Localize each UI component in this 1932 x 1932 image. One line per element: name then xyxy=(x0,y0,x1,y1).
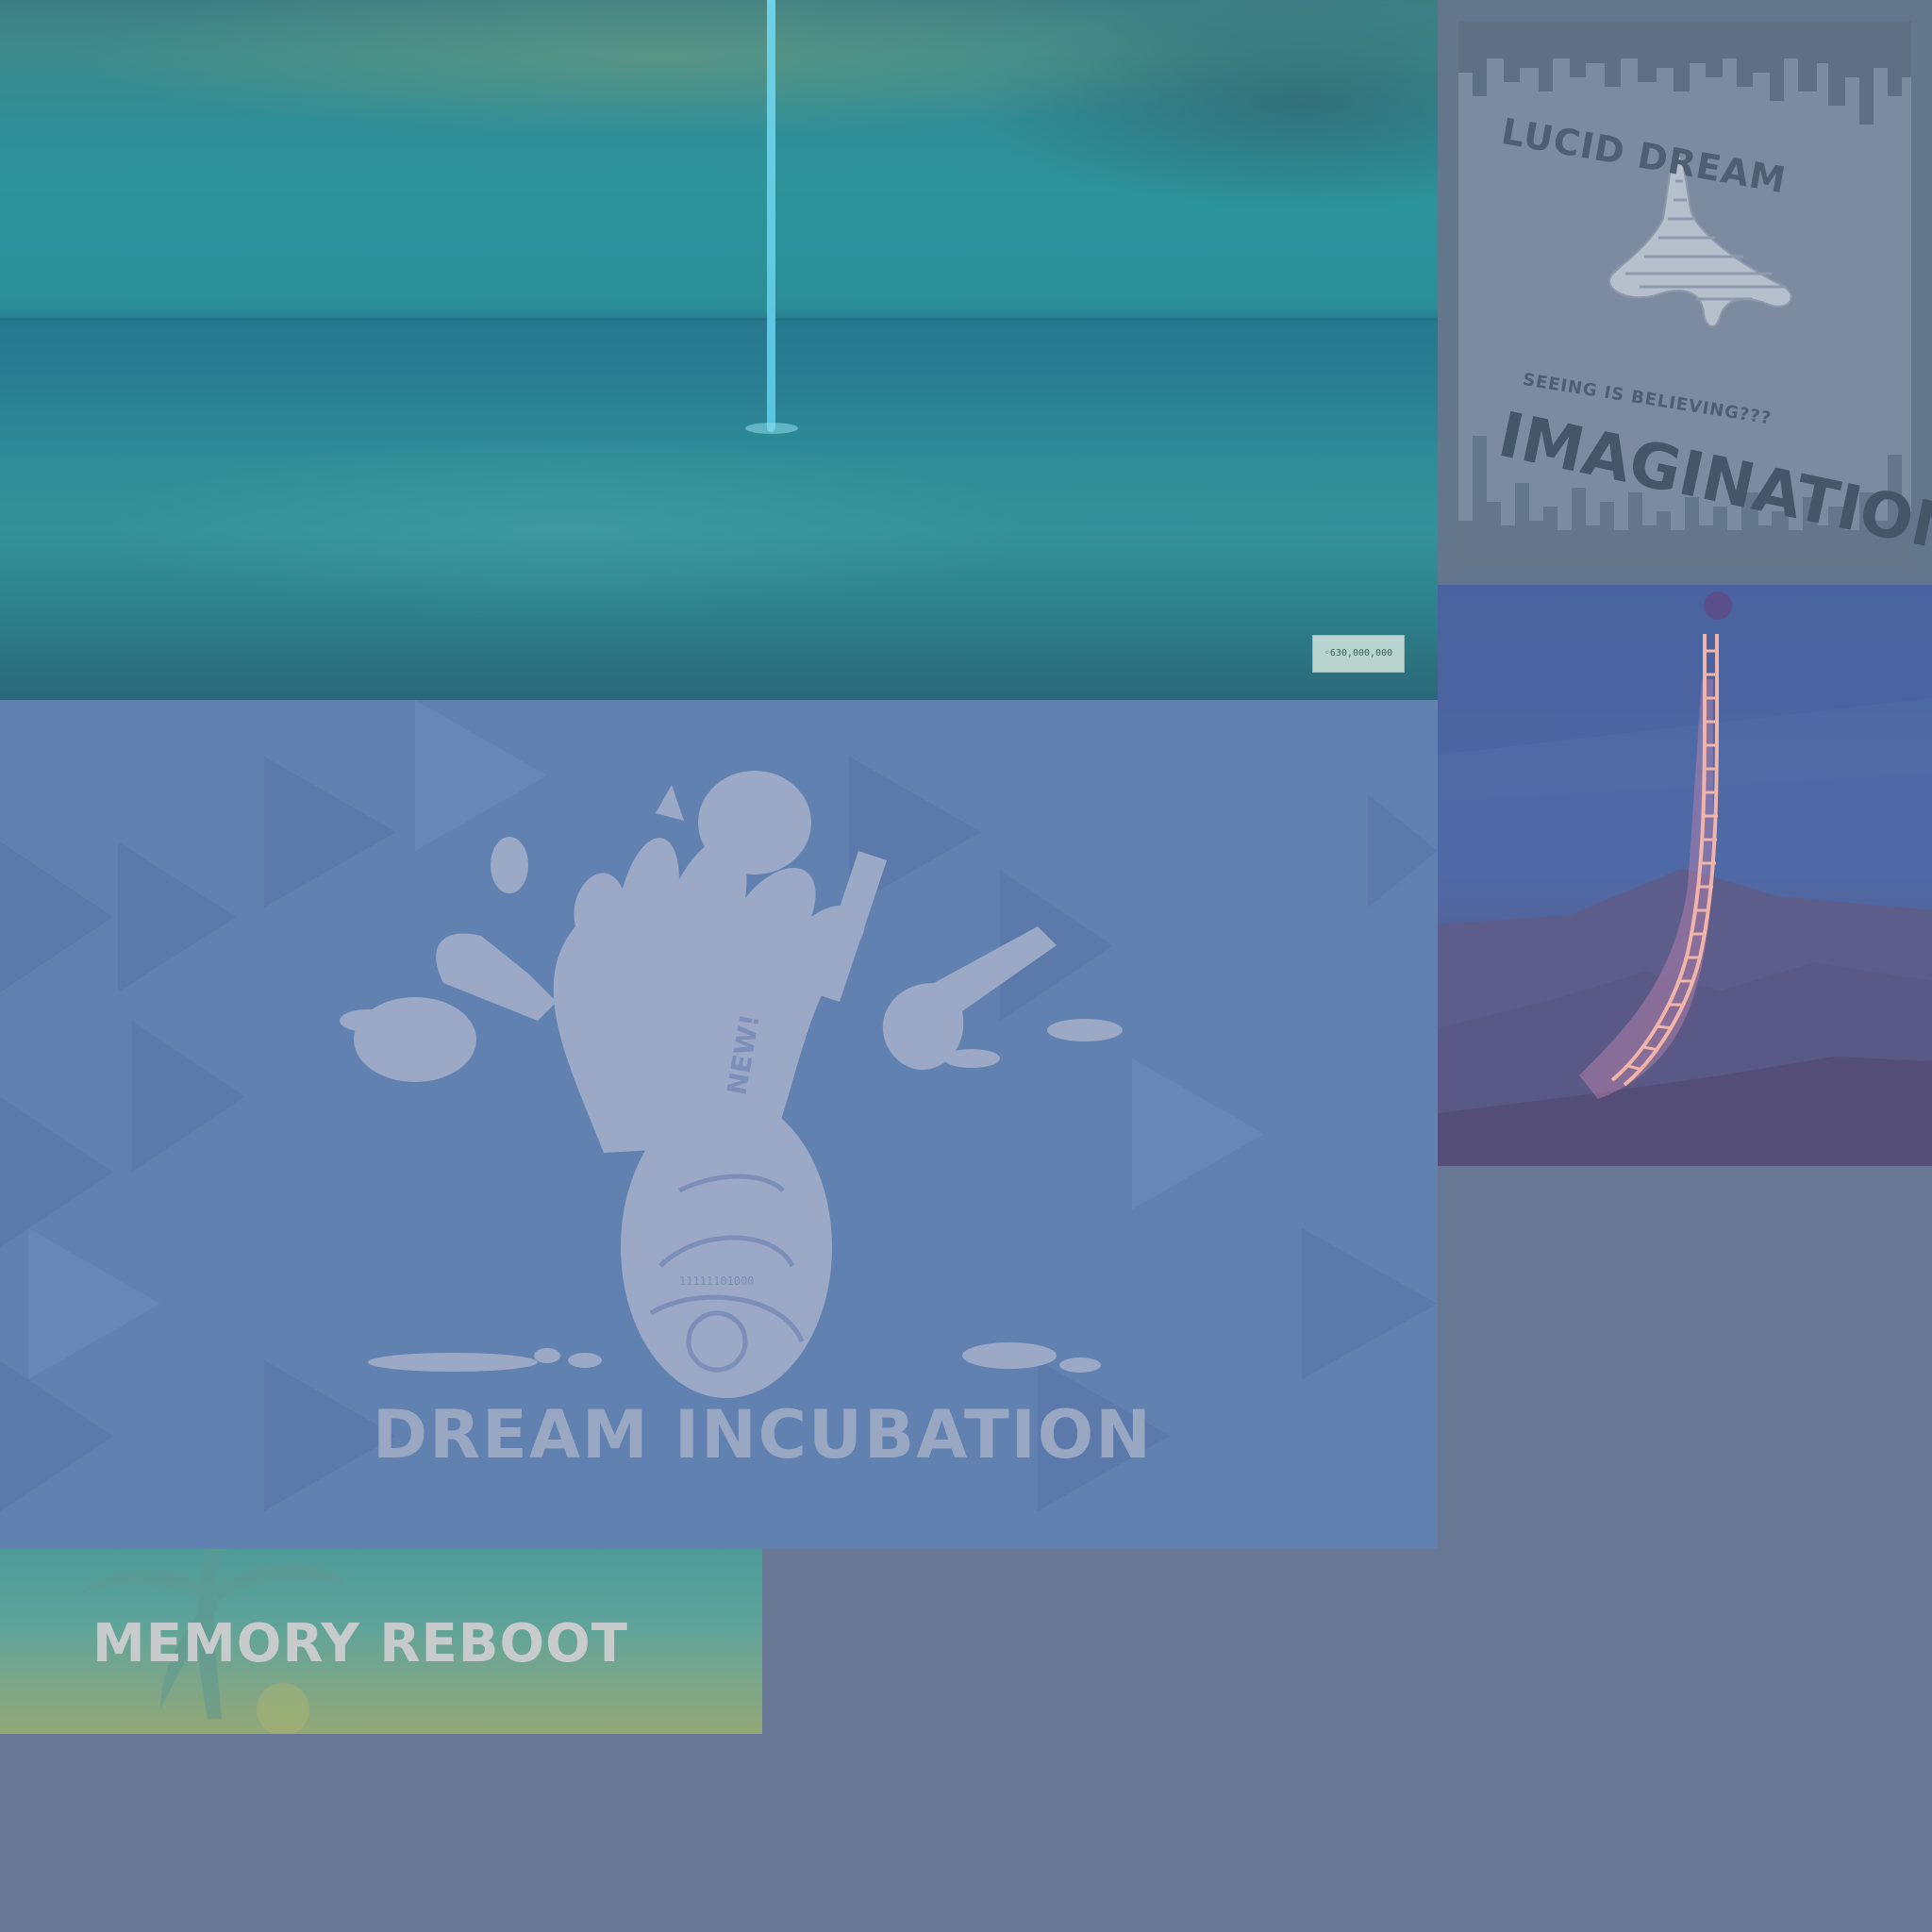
poster-frame: LUCID DREAM SEEING IS BELIEVING??? IMAGI… xyxy=(1458,21,1932,568)
dream-incubation-title: DREAM INCUBATION xyxy=(373,1396,1153,1474)
falling-water-stream xyxy=(767,0,775,432)
horizon-line xyxy=(0,318,1438,321)
water-splash xyxy=(745,423,798,434)
moon-icon xyxy=(1704,591,1732,620)
ladder-scene-graphic xyxy=(1438,585,1932,1166)
counter-label: ◦630,000,000 xyxy=(1312,635,1405,673)
sky-haze xyxy=(0,0,1438,700)
memory-reboot-title: MEMORY REBOOT xyxy=(92,1613,628,1674)
egg-code: 11111101000 xyxy=(679,1274,754,1288)
memory-reboot-artwork: MEMORY REBOOT xyxy=(0,1549,762,1734)
lucid-dream-artwork: LUCID DREAM SEEING IS BELIEVING??? IMAGI… xyxy=(1438,0,1932,585)
cat-icon xyxy=(698,771,811,874)
ladder-artwork xyxy=(1438,585,1932,1166)
ocean-artwork: ◦630,000,000 xyxy=(0,0,1438,700)
dream-incubation-artwork: NEW! 11111101000 DREAM INCUBATION xyxy=(0,700,1438,1549)
